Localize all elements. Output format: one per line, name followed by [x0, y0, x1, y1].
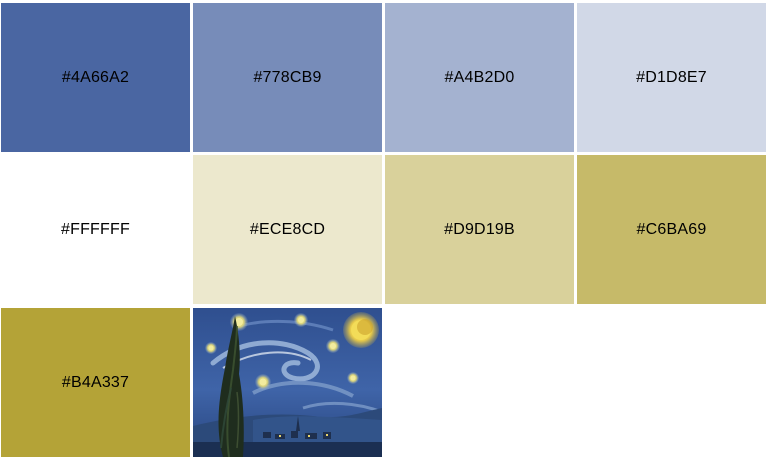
- swatch-hex-label: #D1D8E7: [636, 68, 707, 86]
- color-swatch: #4A66A2: [1, 3, 190, 152]
- color-swatch: #B4A337: [1, 308, 190, 457]
- color-swatch: #A4B2D0: [385, 3, 574, 152]
- swatch-hex-label: #C6BA69: [636, 220, 707, 238]
- swatch-hex-label: #A4B2D0: [444, 68, 515, 86]
- swatch-hex-label: #4A66A2: [61, 68, 130, 86]
- palette-grid: #4A66A2 #778CB9 #A4B2D0 #D1D8E7 #FFFFFF …: [0, 0, 768, 460]
- color-swatch: #FFFFFF: [1, 155, 190, 304]
- swatch-hex-label: #D9D19B: [444, 220, 515, 238]
- swatch-hex-label: #ECE8CD: [249, 220, 326, 238]
- swatch-hex-label: #FFFFFF: [61, 220, 130, 238]
- painting-image: [193, 308, 382, 457]
- color-swatch: #C6BA69: [577, 155, 766, 304]
- color-swatch: #ECE8CD: [193, 155, 382, 304]
- swatch-hex-label: #B4A337: [61, 373, 130, 391]
- swatch-hex-label: #778CB9: [253, 68, 322, 86]
- painting-thumbnail: [193, 308, 382, 457]
- color-swatch: #D1D8E7: [577, 3, 766, 152]
- color-swatch: #D9D19B: [385, 155, 574, 304]
- color-swatch: #778CB9: [193, 3, 382, 152]
